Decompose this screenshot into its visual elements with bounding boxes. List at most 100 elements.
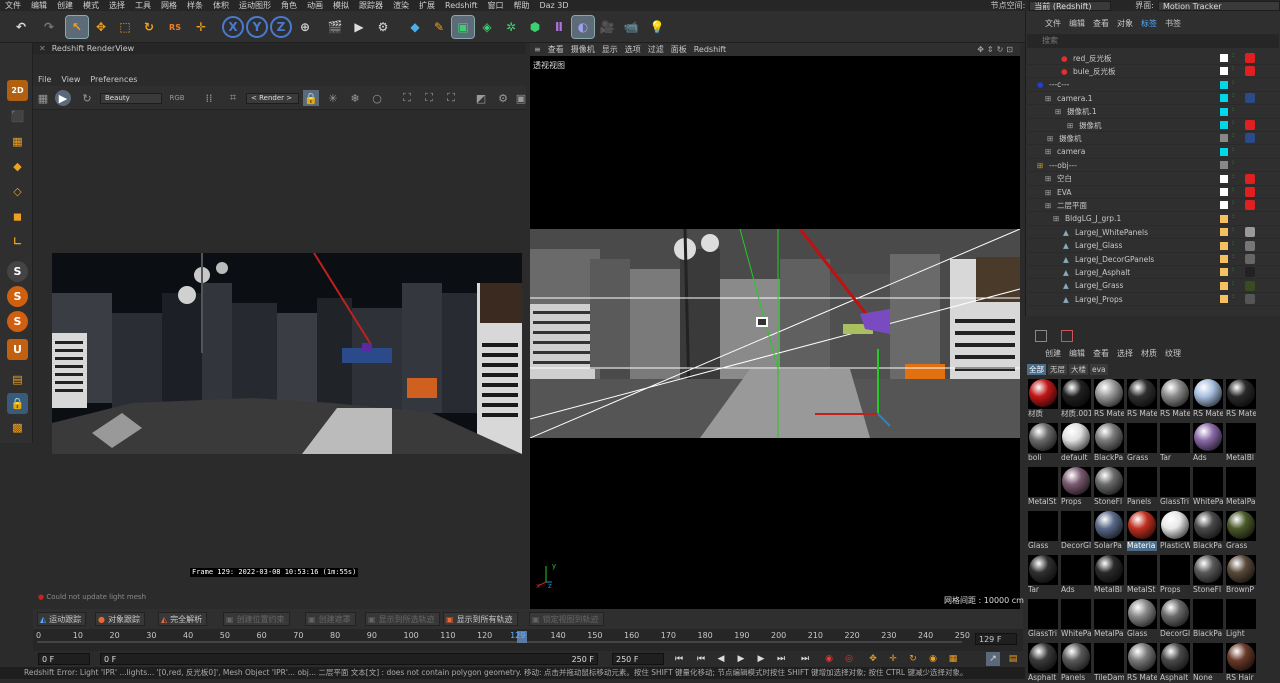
- visibility-dots-icon[interactable]: :: [1232, 187, 1236, 197]
- material-item[interactable]: Grass: [1127, 422, 1157, 463]
- menu-simulate[interactable]: 模拟: [328, 0, 354, 11]
- object-tag-icon[interactable]: [1245, 187, 1255, 197]
- mm-menu-edit[interactable]: 编辑: [1069, 348, 1085, 359]
- extrude-icon[interactable]: ◈: [476, 16, 498, 38]
- layer-color-swatch[interactable]: [1220, 188, 1228, 196]
- vp-menu-display[interactable]: 显示: [602, 44, 618, 55]
- om-menu-objects[interactable]: 对象: [1117, 18, 1133, 29]
- material-item[interactable]: Asphalt: [1028, 642, 1058, 683]
- magnet-icon[interactable]: U: [7, 339, 28, 360]
- create-mask-button[interactable]: ▣ 创建遮罩: [305, 612, 356, 626]
- axis-z-icon[interactable]: Z: [270, 16, 292, 38]
- object-row[interactable]: ▲ LargeJ_Props:: [1027, 293, 1280, 307]
- layer-color-swatch[interactable]: [1220, 54, 1228, 62]
- material-item[interactable]: MetalSt: [1028, 466, 1058, 507]
- visibility-dots-icon[interactable]: :: [1232, 66, 1236, 76]
- prev-key-icon[interactable]: ⏮: [694, 652, 708, 666]
- material-item[interactable]: boli: [1028, 422, 1058, 463]
- om-menu-view[interactable]: 查看: [1093, 18, 1109, 29]
- object-row[interactable]: ▲ LargeJ_WhitePanels:: [1027, 226, 1280, 240]
- object-tag-icon[interactable]: [1245, 66, 1255, 77]
- axis-y-icon[interactable]: Y: [246, 16, 268, 38]
- key-rotation-icon[interactable]: ↻: [906, 652, 920, 666]
- object-tag-icon[interactable]: [1245, 227, 1255, 238]
- snap-settings-icon[interactable]: S: [7, 286, 28, 307]
- material-item[interactable]: MetalPa: [1226, 466, 1256, 507]
- recent-icon[interactable]: RS: [164, 16, 186, 38]
- key-param-icon[interactable]: ◉: [926, 652, 940, 666]
- mm-menu-material[interactable]: 材质: [1141, 348, 1157, 359]
- menu-create[interactable]: 创建: [52, 0, 78, 11]
- cloner-icon[interactable]: ✲: [500, 16, 522, 38]
- material-item[interactable]: Grass: [1226, 510, 1256, 551]
- play-icon[interactable]: ▶: [734, 652, 748, 666]
- material-item[interactable]: BrownP: [1226, 554, 1256, 595]
- material-item[interactable]: TileDam: [1094, 642, 1124, 683]
- edges-mode-icon[interactable]: ◇: [7, 181, 28, 202]
- show-selected-tracks-button[interactable]: ▣ 显示到所选轨迹: [365, 612, 440, 626]
- mm-menu-view[interactable]: 查看: [1093, 348, 1109, 359]
- field-icon[interactable]: ◐: [571, 15, 595, 39]
- grid-icon[interactable]: ▩: [7, 417, 28, 438]
- object-row[interactable]: ▲ LargeJ_Glass:: [1027, 240, 1280, 253]
- material-item[interactable]: Props: [1061, 466, 1091, 507]
- filter-building[interactable]: 大楼: [1069, 364, 1088, 375]
- key-pla-icon[interactable]: ▦: [946, 652, 960, 666]
- menu-mode[interactable]: 模式: [78, 0, 104, 11]
- menu-spline[interactable]: 样条: [182, 0, 208, 11]
- timeline[interactable]: 129 F: [33, 629, 1023, 651]
- object-tracker-button[interactable]: ● 对象跟踪: [95, 612, 145, 626]
- end-frame-field[interactable]: 250 F: [612, 653, 664, 665]
- layer-color-swatch[interactable]: [1220, 67, 1228, 76]
- viewport-menu-icon[interactable]: ≡: [534, 45, 541, 54]
- material-item[interactable]: WhitePa: [1061, 598, 1091, 639]
- object-row[interactable]: ▲ LargeJ_Grass:: [1027, 280, 1280, 293]
- material-item[interactable]: Ads: [1193, 422, 1223, 463]
- motion-tracker-button[interactable]: ◭ 运动跟踪: [37, 612, 87, 626]
- lock-workplane-icon[interactable]: 🔒: [7, 393, 28, 414]
- menu-redshift[interactable]: Redshift: [440, 1, 482, 10]
- layer-color-swatch[interactable]: [1220, 295, 1228, 304]
- camera-icon-2[interactable]: 📹: [620, 16, 642, 38]
- texture-mode-icon[interactable]: ▦: [7, 131, 28, 152]
- auto-key-icon[interactable]: ◎: [842, 652, 856, 666]
- material-item[interactable]: Panels: [1061, 642, 1091, 683]
- object-row[interactable]: ⊞ BldgLG_J_grp.1:: [1027, 213, 1280, 226]
- visibility-dots-icon[interactable]: :: [1232, 173, 1236, 184]
- go-to-start-icon[interactable]: ⏮: [672, 652, 686, 666]
- render-settings-icon[interactable]: ⚙: [372, 16, 394, 38]
- material-item[interactable]: RS Mate: [1226, 378, 1256, 419]
- bokeh-icon[interactable]: ✳: [325, 90, 341, 106]
- object-row[interactable]: ⊞ camera:: [1027, 146, 1280, 159]
- show-all-tracks-button[interactable]: ▣ 显示到所有轨迹: [443, 612, 518, 626]
- move-icon-2[interactable]: ✛: [190, 16, 212, 38]
- material-item[interactable]: Glass: [1127, 598, 1157, 639]
- filter-no-layer[interactable]: 无层: [1048, 364, 1067, 375]
- fit-icon[interactable]: ⛶: [399, 90, 415, 106]
- visibility-dots-icon[interactable]: :: [1232, 146, 1236, 157]
- settings-icon[interactable]: ⚙: [495, 90, 511, 106]
- film-icon[interactable]: ▦: [35, 90, 51, 106]
- lock-view-to-track-button[interactable]: ▣ 锁定视图到轨迹: [529, 612, 604, 626]
- viewport-scene[interactable]: [530, 229, 1020, 438]
- material-item[interactable]: MetalPa: [1094, 598, 1124, 639]
- create-position-constraint-button[interactable]: ▣ 创建位置约束: [223, 612, 290, 626]
- camera-dropdown[interactable]: < Render >: [246, 93, 299, 104]
- material-item[interactable]: RS Hair: [1226, 642, 1256, 683]
- menu-tracker[interactable]: 跟踪器: [354, 0, 388, 11]
- material-item[interactable]: Materia: [1127, 510, 1157, 551]
- aov-dropdown[interactable]: Beauty: [100, 93, 162, 104]
- preview-range-bar[interactable]: 0 F 250 F: [100, 653, 598, 665]
- layer-color-swatch[interactable]: [1220, 268, 1228, 277]
- key-position-icon[interactable]: ✥: [866, 652, 880, 666]
- layer-color-swatch[interactable]: [1220, 228, 1228, 237]
- menu-tools[interactable]: 工具: [130, 0, 156, 11]
- visibility-dots-icon[interactable]: :: [1232, 93, 1236, 103]
- om-menu-edit[interactable]: 编辑: [1069, 18, 1085, 29]
- material-item[interactable]: MetalBl: [1226, 422, 1256, 463]
- mm-menu-create[interactable]: 创建: [1045, 348, 1061, 359]
- material-item[interactable]: Glass: [1028, 510, 1058, 551]
- compare-icon[interactable]: ◩: [473, 90, 489, 106]
- viewport-nav-icons[interactable]: ✥⇕↻⊡: [977, 45, 1016, 54]
- vp-menu-filter[interactable]: 过滤: [648, 44, 664, 55]
